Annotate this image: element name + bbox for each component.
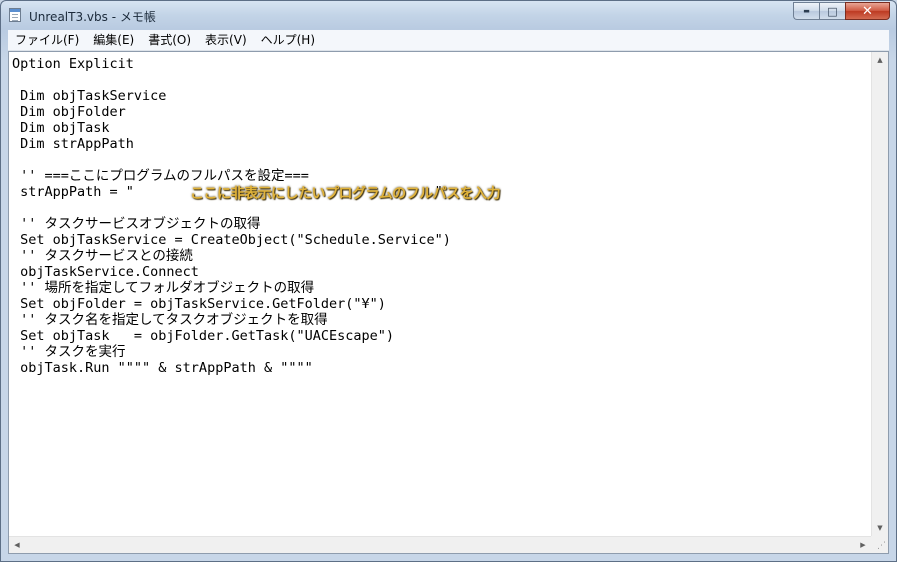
code-line: objTask.Run """" & strAppPath & """" (12, 360, 313, 376)
menu-help[interactable]: ヘルプ(H) (254, 30, 322, 50)
grip-icon: ⋰ (877, 541, 886, 551)
down-arrow-icon[interactable]: ▼ (872, 520, 888, 536)
code-line: Dim objTask (12, 120, 110, 136)
horizontal-scrollbar[interactable]: ◀ ▶ (9, 536, 871, 553)
code-text[interactable]: Option Explicit Dim objTaskService Dim o… (12, 56, 451, 376)
code-line: '' 場所を指定してフォルダオブジェクトの取得 (12, 280, 315, 296)
code-line: Option Explicit (12, 56, 134, 72)
minimize-button[interactable]: ▬ (793, 2, 819, 20)
close-button[interactable]: ✕ (845, 2, 890, 20)
up-arrow-icon[interactable]: ▲ (872, 52, 888, 68)
code-line: '' タスク名を指定してタスクオブジェクトを取得 (12, 312, 328, 328)
code-line: '' タスクを実行 (12, 344, 126, 360)
menu-format[interactable]: 書式(O) (141, 30, 198, 50)
left-arrow-icon[interactable]: ◀ (9, 537, 25, 553)
menu-file[interactable]: ファイル(F) (8, 30, 86, 50)
caption-buttons: ▬ □ ✕ (793, 2, 890, 20)
close-icon: ✕ (862, 3, 873, 19)
code-line: Set objTaskService = CreateObject("Sched… (12, 232, 451, 248)
code-line: Dim objFolder (12, 104, 126, 120)
vertical-scrollbar[interactable]: ▲ ▼ (871, 52, 888, 536)
code-line: '' タスクサービスとの接続 (12, 248, 193, 264)
notepad-icon (9, 8, 21, 22)
code-line: Set objFolder = objTaskService.GetFolder… (12, 296, 386, 312)
menu-bar: ファイル(F) 編集(E) 書式(O) 表示(V) ヘルプ(H) (8, 30, 889, 51)
minimize-icon: ▬ (803, 7, 810, 15)
notepad-window: UnrealT3.vbs - メモ帳 ▬ □ ✕ ファイル(F) 編集(E) 書… (0, 0, 897, 562)
menu-view[interactable]: 表示(V) (198, 30, 254, 50)
code-line: '' タスクサービスオブジェクトの取得 (12, 216, 261, 232)
maximize-button[interactable]: □ (819, 2, 845, 20)
size-grip[interactable]: ⋰ (871, 536, 888, 553)
path-annotation: ここに非表示にしたいプログラムのフルパスを入力 (190, 186, 501, 202)
title-bar[interactable]: UnrealT3.vbs - メモ帳 ▬ □ ✕ (1, 1, 896, 29)
code-line: Dim strAppPath (12, 136, 134, 152)
text-editor[interactable]: Option Explicit Dim objTaskService Dim o… (9, 52, 871, 536)
code-line: objTaskService.Connect (12, 264, 199, 280)
code-line: Set objTask = objFolder.GetTask("UACEsca… (12, 328, 395, 344)
window-title: UnrealT3.vbs - メモ帳 (29, 10, 156, 24)
right-arrow-icon[interactable]: ▶ (855, 537, 871, 553)
editor-area: Option Explicit Dim objTaskService Dim o… (8, 51, 889, 554)
menu-edit[interactable]: 編集(E) (86, 30, 141, 50)
code-line: Dim objTaskService (12, 88, 167, 104)
maximize-icon: □ (827, 4, 838, 18)
code-line: '' ===ここにプログラムのフルパスを設定=== (12, 168, 309, 184)
